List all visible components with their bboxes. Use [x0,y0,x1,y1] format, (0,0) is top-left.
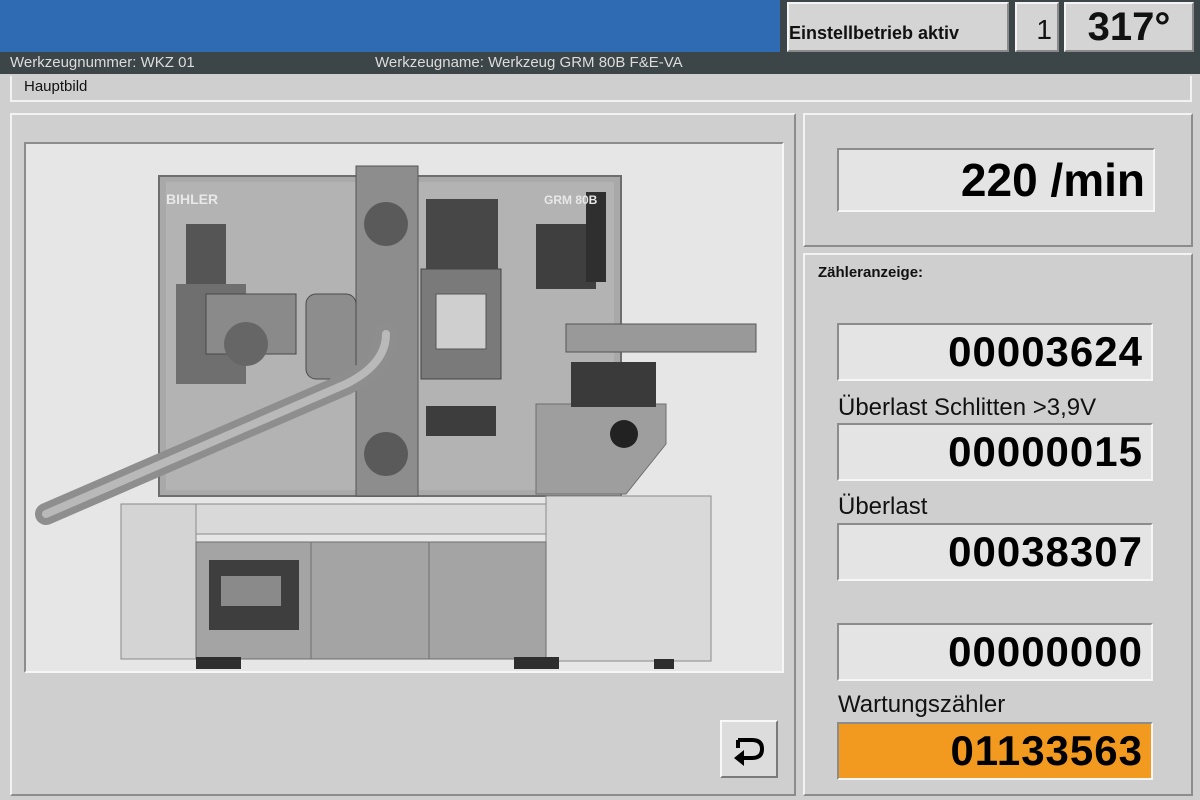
return-arrow-icon [734,738,765,766]
station-number-box: 1 [1015,2,1059,52]
counter-title: Zähleranzeige: [818,264,924,281]
mode-status-box: Einstellbetrieb aktiv [787,2,1009,52]
machine-model-label: GRM 80B [544,193,598,207]
machine-image: BIHLER GRM 80B [24,142,784,673]
machine-brand-label: BIHLER [166,191,218,207]
back-button[interactable] [720,720,778,778]
overload-counter: 00038307 [837,523,1153,581]
mode-status-text: Einstellbetrieb aktiv [789,23,960,43]
machine-illustration: BIHLER GRM 80B [35,165,757,669]
angle-box: 317° [1064,2,1194,52]
maintenance-counter: 01133563 [837,722,1153,780]
tool-number: Werkzeugnummer: WKZ 01 [10,54,195,71]
machine-speed: 220 /min [837,148,1155,212]
breadcrumb: Hauptbild [10,76,1192,102]
tool-name: Werkzeugname: Werkzeug GRM 80B F&E-VA [375,54,683,71]
station-number: 1 [1036,14,1052,45]
angle-value: 317° [1087,4,1171,49]
slide-overload-label: Überlast Schlitten >3,9V [838,394,1097,421]
overload-label: Überlast [838,493,928,520]
auxiliary-counter: 00000000 [837,623,1153,681]
piece-counter: 00003624 [837,323,1153,381]
tool-info-bar: Werkzeugnummer: WKZ 01 Werkzeugname: Wer… [0,52,1200,74]
slide-overload-counter: 00000015 [837,423,1153,481]
title-bar [0,0,780,52]
maintenance-counter-label: Wartungszähler [838,691,1006,718]
